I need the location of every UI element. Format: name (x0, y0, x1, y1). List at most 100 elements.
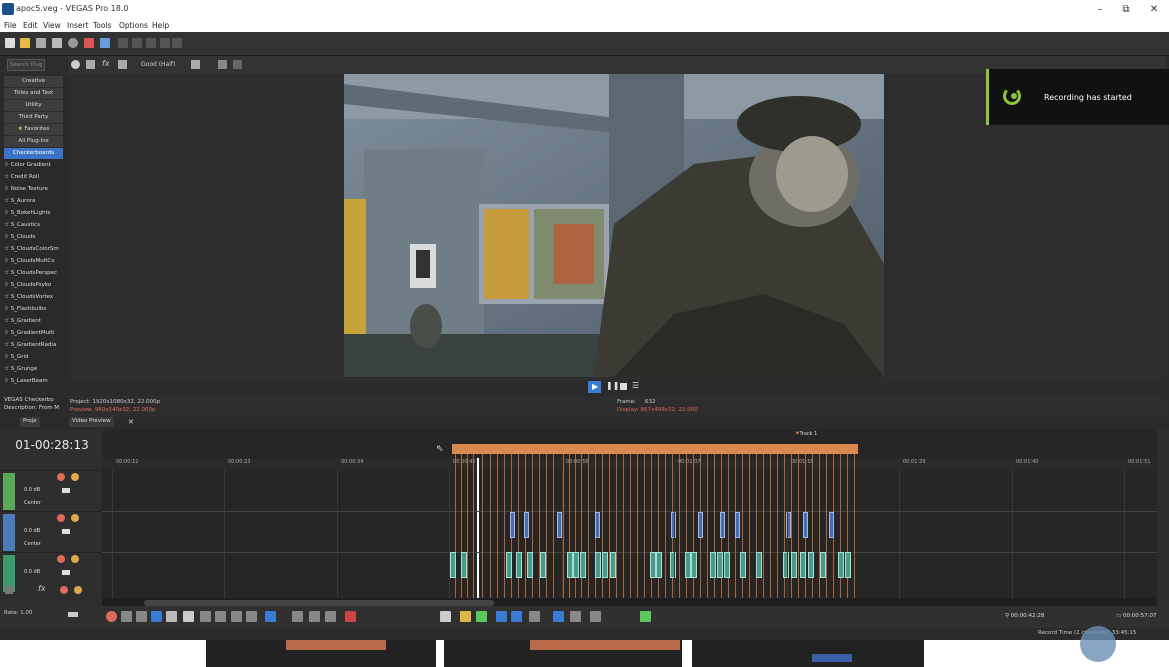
plugin-item[interactable]: ☆ S_CloudsMultCo (4, 258, 55, 264)
audio-event[interactable] (820, 552, 826, 578)
timeline-vertical-scrollbar[interactable] (1157, 430, 1169, 606)
audio-event[interactable] (506, 552, 512, 578)
copy-snapshot-icon[interactable] (218, 60, 227, 69)
edit-tool-icon[interactable] (265, 611, 276, 622)
solo-icon[interactable] (71, 555, 79, 563)
trim-icon[interactable] (309, 611, 320, 622)
audio-event[interactable] (595, 552, 601, 578)
pause-icon[interactable]: ❚❚ (606, 381, 619, 390)
plugin-item[interactable]: ☆ S_GradientMulti (4, 330, 54, 336)
record-icon[interactable] (106, 611, 117, 622)
audio-event[interactable] (783, 552, 789, 578)
menu-lines-icon[interactable]: ☰ (632, 381, 639, 390)
category-all-plugins[interactable]: All Plug-Ins (4, 136, 63, 147)
ripple-mode-icon[interactable] (529, 611, 540, 622)
timeline-pause-icon[interactable] (166, 611, 177, 622)
plugin-item[interactable]: ☆ S_Gradient (4, 318, 41, 324)
audio-event[interactable] (656, 552, 662, 578)
mute-icon[interactable] (57, 473, 65, 481)
playhead[interactable] (477, 458, 479, 598)
audio-event[interactable] (756, 552, 762, 578)
preview-device-icon[interactable] (86, 60, 95, 69)
paste-icon[interactable] (146, 38, 156, 48)
menu-insert[interactable]: Insert (67, 21, 89, 30)
audio-event[interactable] (580, 552, 586, 578)
cut-icon[interactable] (118, 38, 128, 48)
plugin-item[interactable]: ☆ S_Grid (4, 354, 28, 360)
play-from-start-icon[interactable] (136, 611, 147, 622)
properties-icon[interactable] (52, 38, 62, 48)
category-third-party[interactable]: Third Party (4, 112, 63, 123)
overlays-icon[interactable] (191, 60, 200, 69)
menu-view[interactable]: View (43, 21, 61, 30)
stop-icon[interactable] (620, 383, 627, 390)
timeline-stop-icon[interactable] (183, 611, 194, 622)
audio-event[interactable] (800, 552, 806, 578)
open-icon[interactable] (20, 38, 30, 48)
rate-slider[interactable] (68, 612, 78, 617)
region-icon[interactable] (476, 611, 487, 622)
tab-close-icon[interactable]: ✕ (128, 418, 134, 426)
plugin-item[interactable]: ☆ S_GradientRadia (4, 342, 56, 348)
timeline-play-button[interactable] (151, 611, 162, 622)
plugin-item[interactable]: ☆ S_Grunge (4, 366, 37, 372)
solo-icon[interactable] (71, 514, 79, 522)
mute-icon[interactable] (57, 514, 65, 522)
menu-file[interactable]: File (4, 21, 17, 30)
auto-crossfade-icon[interactable] (511, 611, 522, 622)
snap-icon[interactable] (496, 611, 507, 622)
redo-icon[interactable] (172, 38, 182, 48)
audio-event[interactable] (573, 552, 579, 578)
audio-event[interactable] (740, 552, 746, 578)
audio-event[interactable] (516, 552, 522, 578)
go-end-icon[interactable] (215, 611, 226, 622)
video-event[interactable] (524, 512, 529, 538)
play-button[interactable]: ▶ (588, 381, 601, 393)
new-icon[interactable] (5, 38, 15, 48)
tab-project[interactable]: Proje (20, 417, 40, 427)
video-event[interactable] (720, 512, 725, 538)
preview-settings-icon[interactable] (71, 60, 80, 69)
render-icon[interactable] (84, 38, 94, 48)
video-event[interactable] (510, 512, 515, 538)
audio-event[interactable] (791, 552, 797, 578)
level-slider[interactable] (62, 488, 70, 493)
next-frame-icon[interactable] (246, 611, 257, 622)
audio-event[interactable] (527, 552, 533, 578)
thumbnail-1[interactable] (206, 640, 436, 667)
save-icon[interactable] (36, 38, 46, 48)
plugin-item[interactable]: ☆ S_CloudsColorSm (4, 246, 59, 252)
menu-help[interactable]: Help (152, 21, 169, 30)
track-header-2[interactable]: 0.0 dB Center (0, 511, 102, 552)
maximize-button[interactable]: ⧉ (1113, 2, 1139, 18)
audio-event[interactable] (450, 552, 456, 578)
audio-event[interactable] (845, 552, 851, 578)
solo-icon[interactable] (71, 473, 79, 481)
audio-event[interactable] (838, 552, 844, 578)
ripple-icon[interactable] (325, 611, 336, 622)
plugin-item[interactable]: ☆ S_CloudsPerspec (4, 270, 57, 276)
plugin-item[interactable]: ☆ S_BokehLights (4, 210, 51, 216)
automation-icon[interactable] (5, 586, 13, 594)
plugin-item[interactable]: ☆ S_CloudsPsyko (4, 282, 51, 288)
preview-quality-dropdown[interactable]: Good (Half) (141, 61, 175, 68)
category-creative[interactable]: Creative (4, 76, 63, 87)
plugin-item-checkerboards[interactable]: Checkerboards (4, 148, 63, 159)
tab-video-preview[interactable]: Video Preview (69, 417, 114, 427)
solo-icon[interactable] (74, 586, 82, 594)
save-snapshot-icon[interactable] (233, 60, 242, 69)
zoom-icon[interactable] (640, 611, 651, 622)
delete-icon[interactable] (345, 611, 356, 622)
thumbnail-2[interactable] (444, 640, 682, 667)
close-button[interactable]: ✕ (1141, 2, 1167, 18)
envelope-icon[interactable] (590, 611, 601, 622)
menu-tools[interactable]: Tools (93, 21, 111, 30)
audio-event[interactable] (691, 552, 697, 578)
settings-icon[interactable] (68, 38, 78, 48)
audio-event[interactable] (461, 552, 467, 578)
audio-event[interactable] (602, 552, 608, 578)
plugin-item[interactable]: ☆ S_Aurora (4, 198, 35, 204)
split-screen-icon[interactable] (118, 60, 127, 69)
audio-event[interactable] (540, 552, 546, 578)
video-event[interactable] (595, 512, 600, 538)
